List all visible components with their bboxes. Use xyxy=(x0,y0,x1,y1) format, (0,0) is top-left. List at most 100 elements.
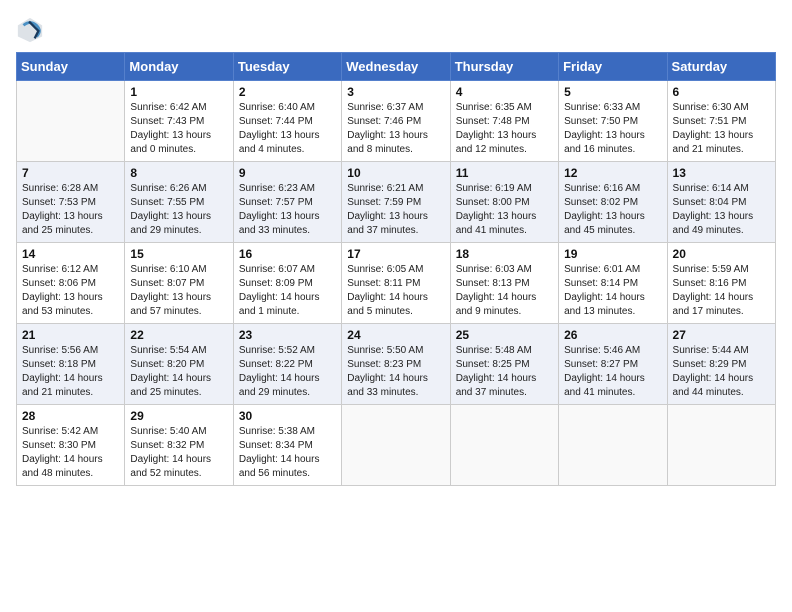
day-number: 6 xyxy=(673,85,770,99)
day-number: 24 xyxy=(347,328,444,342)
day-info: Sunrise: 6:01 AM Sunset: 8:14 PM Dayligh… xyxy=(564,263,661,319)
calendar-table: SundayMondayTuesdayWednesdayThursdayFrid… xyxy=(16,52,776,486)
calendar-cell xyxy=(450,405,558,486)
day-header-saturday: Saturday xyxy=(667,53,775,81)
calendar-cell: 1Sunrise: 6:42 AM Sunset: 7:43 PM Daylig… xyxy=(125,81,233,162)
calendar-cell: 27Sunrise: 5:44 AM Sunset: 8:29 PM Dayli… xyxy=(667,324,775,405)
day-info: Sunrise: 6:35 AM Sunset: 7:48 PM Dayligh… xyxy=(456,101,553,157)
day-info: Sunrise: 6:07 AM Sunset: 8:09 PM Dayligh… xyxy=(239,263,336,319)
day-number: 23 xyxy=(239,328,336,342)
day-info: Sunrise: 6:26 AM Sunset: 7:55 PM Dayligh… xyxy=(130,182,227,238)
day-number: 28 xyxy=(22,409,119,423)
day-header-monday: Monday xyxy=(125,53,233,81)
day-number: 5 xyxy=(564,85,661,99)
calendar-cell: 6Sunrise: 6:30 AM Sunset: 7:51 PM Daylig… xyxy=(667,81,775,162)
calendar-cell xyxy=(667,405,775,486)
calendar-cell: 3 Sunrise: 6:37 AM Sunset: 7:46 PM Daylig… xyxy=(342,81,450,162)
day-info: Sunrise: 5:54 AM Sunset: 8:20 PM Dayligh… xyxy=(130,344,227,400)
calendar-week-row: 28 Sunrise: 5:42 AM Sunset: 8:30 PM Dayli… xyxy=(17,405,776,486)
day-number: 4 xyxy=(456,85,553,99)
calendar-week-row: 21Sunrise: 5:56 AM Sunset: 8:18 PM Dayli… xyxy=(17,324,776,405)
day-info: Sunrise: 5:38 AM Sunset: 8:34 PM Dayligh… xyxy=(239,425,336,481)
day-info: Sunrise: 6:37 AM Sunset: 7:46 PM Dayligh… xyxy=(347,101,444,157)
calendar-cell: 2 Sunrise: 6:40 AM Sunset: 7:44 PM Daylig… xyxy=(233,81,341,162)
day-info: Sunrise: 5:40 AM Sunset: 8:32 PM Dayligh… xyxy=(130,425,227,481)
day-info: Sunrise: 5:48 AM Sunset: 8:25 PM Dayligh… xyxy=(456,344,553,400)
day-number: 19 xyxy=(564,247,661,261)
logo xyxy=(16,16,48,44)
calendar-cell: 23 Sunrise: 5:52 AM Sunset: 8:22 PM Dayli… xyxy=(233,324,341,405)
day-header-wednesday: Wednesday xyxy=(342,53,450,81)
day-info: Sunrise: 5:52 AM Sunset: 8:22 PM Dayligh… xyxy=(239,344,336,400)
day-number: 18 xyxy=(456,247,553,261)
calendar-header-row: SundayMondayTuesdayWednesdayThursdayFrid… xyxy=(17,53,776,81)
day-number: 15 xyxy=(130,247,227,261)
day-header-thursday: Thursday xyxy=(450,53,558,81)
calendar-cell: 22 Sunrise: 5:54 AM Sunset: 8:20 PM Dayli… xyxy=(125,324,233,405)
calendar-cell: 14 Sunrise: 6:12 AM Sunset: 8:06 PM Dayli… xyxy=(17,243,125,324)
calendar-cell: 11 Sunrise: 6:19 AM Sunset: 8:00 PM Dayli… xyxy=(450,162,558,243)
day-info: Sunrise: 6:03 AM Sunset: 8:13 PM Dayligh… xyxy=(456,263,553,319)
calendar-cell: 30 Sunrise: 5:38 AM Sunset: 8:34 PM Dayli… xyxy=(233,405,341,486)
calendar-cell: 25 Sunrise: 5:48 AM Sunset: 8:25 PM Dayli… xyxy=(450,324,558,405)
calendar-cell: 13Sunrise: 6:14 AM Sunset: 8:04 PM Dayli… xyxy=(667,162,775,243)
day-number: 25 xyxy=(456,328,553,342)
day-number: 7 xyxy=(22,166,119,180)
day-number: 30 xyxy=(239,409,336,423)
day-number: 8 xyxy=(130,166,227,180)
calendar-week-row: 1Sunrise: 6:42 AM Sunset: 7:43 PM Daylig… xyxy=(17,81,776,162)
day-info: Sunrise: 6:40 AM Sunset: 7:44 PM Dayligh… xyxy=(239,101,336,157)
day-info: Sunrise: 6:33 AM Sunset: 7:50 PM Dayligh… xyxy=(564,101,661,157)
day-info: Sunrise: 5:42 AM Sunset: 8:30 PM Dayligh… xyxy=(22,425,119,481)
calendar-cell: 21Sunrise: 5:56 AM Sunset: 8:18 PM Dayli… xyxy=(17,324,125,405)
calendar-cell: 17 Sunrise: 6:05 AM Sunset: 8:11 PM Dayli… xyxy=(342,243,450,324)
day-info: Sunrise: 6:14 AM Sunset: 8:04 PM Dayligh… xyxy=(673,182,770,238)
page-header xyxy=(16,16,776,44)
calendar-cell xyxy=(342,405,450,486)
day-number: 16 xyxy=(239,247,336,261)
day-number: 22 xyxy=(130,328,227,342)
day-info: Sunrise: 5:59 AM Sunset: 8:16 PM Dayligh… xyxy=(673,263,770,319)
calendar-cell: 19 Sunrise: 6:01 AM Sunset: 8:14 PM Dayli… xyxy=(559,243,667,324)
day-info: Sunrise: 6:16 AM Sunset: 8:02 PM Dayligh… xyxy=(564,182,661,238)
day-info: Sunrise: 6:12 AM Sunset: 8:06 PM Dayligh… xyxy=(22,263,119,319)
day-header-sunday: Sunday xyxy=(17,53,125,81)
day-info: Sunrise: 6:10 AM Sunset: 8:07 PM Dayligh… xyxy=(130,263,227,319)
day-number: 29 xyxy=(130,409,227,423)
calendar-cell: 15 Sunrise: 6:10 AM Sunset: 8:07 PM Dayli… xyxy=(125,243,233,324)
day-info: Sunrise: 5:44 AM Sunset: 8:29 PM Dayligh… xyxy=(673,344,770,400)
day-number: 21 xyxy=(22,328,119,342)
calendar-cell: 7 Sunrise: 6:28 AM Sunset: 7:53 PM Daylig… xyxy=(17,162,125,243)
day-number: 14 xyxy=(22,247,119,261)
calendar-cell: 29 Sunrise: 5:40 AM Sunset: 8:32 PM Dayli… xyxy=(125,405,233,486)
calendar-cell: 4 Sunrise: 6:35 AM Sunset: 7:48 PM Daylig… xyxy=(450,81,558,162)
calendar-cell: 5 Sunrise: 6:33 AM Sunset: 7:50 PM Daylig… xyxy=(559,81,667,162)
day-info: Sunrise: 6:42 AM Sunset: 7:43 PM Dayligh… xyxy=(130,101,227,157)
day-info: Sunrise: 6:28 AM Sunset: 7:53 PM Dayligh… xyxy=(22,182,119,238)
day-info: Sunrise: 6:23 AM Sunset: 7:57 PM Dayligh… xyxy=(239,182,336,238)
calendar-week-row: 7 Sunrise: 6:28 AM Sunset: 7:53 PM Daylig… xyxy=(17,162,776,243)
day-number: 12 xyxy=(564,166,661,180)
day-number: 20 xyxy=(673,247,770,261)
calendar-cell: 26Sunrise: 5:46 AM Sunset: 8:27 PM Dayli… xyxy=(559,324,667,405)
day-header-tuesday: Tuesday xyxy=(233,53,341,81)
day-info: Sunrise: 5:46 AM Sunset: 8:27 PM Dayligh… xyxy=(564,344,661,400)
calendar-cell: 9 Sunrise: 6:23 AM Sunset: 7:57 PM Daylig… xyxy=(233,162,341,243)
calendar-cell: 28 Sunrise: 5:42 AM Sunset: 8:30 PM Dayli… xyxy=(17,405,125,486)
calendar-cell: 18 Sunrise: 6:03 AM Sunset: 8:13 PM Dayli… xyxy=(450,243,558,324)
calendar-cell: 20 Sunrise: 5:59 AM Sunset: 8:16 PM Dayli… xyxy=(667,243,775,324)
day-number: 11 xyxy=(456,166,553,180)
day-number: 10 xyxy=(347,166,444,180)
day-info: Sunrise: 6:19 AM Sunset: 8:00 PM Dayligh… xyxy=(456,182,553,238)
logo-icon xyxy=(16,16,44,44)
day-number: 9 xyxy=(239,166,336,180)
calendar-cell: 8 Sunrise: 6:26 AM Sunset: 7:55 PM Daylig… xyxy=(125,162,233,243)
calendar-cell xyxy=(559,405,667,486)
calendar-cell: 24Sunrise: 5:50 AM Sunset: 8:23 PM Dayli… xyxy=(342,324,450,405)
calendar-cell: 10Sunrise: 6:21 AM Sunset: 7:59 PM Dayli… xyxy=(342,162,450,243)
day-number: 3 xyxy=(347,85,444,99)
calendar-cell: 16 Sunrise: 6:07 AM Sunset: 8:09 PM Dayli… xyxy=(233,243,341,324)
day-info: Sunrise: 6:05 AM Sunset: 8:11 PM Dayligh… xyxy=(347,263,444,319)
day-number: 2 xyxy=(239,85,336,99)
day-number: 17 xyxy=(347,247,444,261)
